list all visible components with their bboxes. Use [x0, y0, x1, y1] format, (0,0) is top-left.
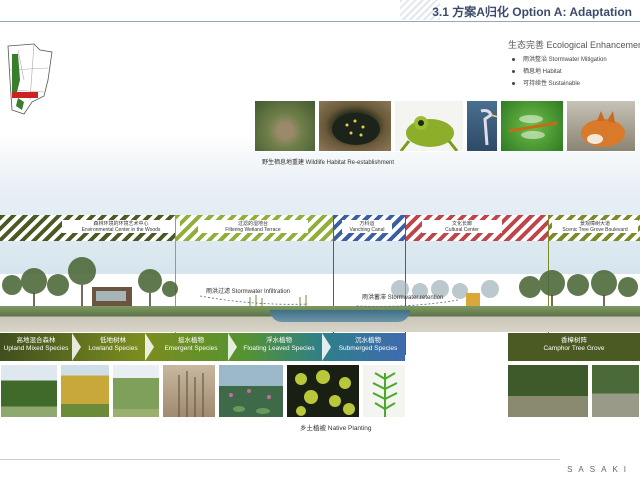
willow-tree-photo	[112, 364, 160, 418]
band-chevron	[322, 333, 331, 361]
zone-label-woods: 森林环境的环境艺术中心 Environmental Center in the W…	[62, 220, 180, 233]
header-title-box: 3.1 方案A归化 Option A: Adaptation	[432, 0, 640, 20]
zone-label-canal: 万科运 Vanching Canal	[342, 220, 392, 233]
planting-label-emergent: 挺水植物 Emergent Species	[164, 337, 218, 352]
native-planting-caption: 乡土植被 Native Planting	[300, 425, 372, 432]
zone-label-wetland: 过滤的湿地台 Filtering Wetland Terrace	[198, 220, 308, 233]
planting-label-submerged: 沉水植物 Submerged Species	[338, 337, 398, 352]
legend-title: 生态完善 Ecological Enhancement	[508, 40, 640, 50]
retention-arrow	[355, 299, 459, 307]
planting-label-camphor: 香樟树阵 Camphor Tree Grove	[543, 337, 605, 352]
legend-item-label: 栖息地 Habitat	[523, 69, 562, 75]
reed-photo	[162, 364, 216, 418]
header-divider	[0, 21, 640, 22]
page-title: 3.1 方案A归化 Option A: Adaptation	[432, 5, 632, 19]
heron-photo	[466, 100, 498, 152]
camphor-grove-photo-2	[591, 364, 640, 418]
section-landscape	[2, 257, 638, 307]
camphor-grove-photo-1	[507, 364, 589, 418]
frog-photo	[394, 100, 464, 152]
zone-label-cultural: 文化长廊 Cultural Center	[422, 220, 502, 233]
dragonfly-photo	[500, 100, 564, 152]
legend-item-label: 雨洪整治 Stormwater Mitigation	[523, 57, 607, 63]
wildlife-caption: 野生栖息地重建 Wildlife Habitat Re-establishmen…	[262, 160, 395, 166]
turtle-photo	[318, 100, 392, 152]
zone-label-boulevard: 景观樟树大道 Scenic Tree Grove Boulevard	[552, 220, 638, 233]
legend-item-label: 可持续性 Sustainable	[523, 81, 581, 87]
footer-divider	[0, 459, 560, 460]
legend-item-sustainable: 可持续性 Sustainable	[512, 78, 580, 87]
brand-logo: SASAKI	[567, 465, 632, 474]
lowland-tree-photo	[60, 364, 110, 418]
fox-photo	[566, 100, 636, 152]
band-chevron	[72, 333, 81, 361]
upland-tree-photo	[0, 364, 58, 418]
site-key-map	[7, 43, 53, 115]
floating-plant-photo	[218, 364, 284, 418]
legend-item-habitat: 栖息地 Habitat	[512, 66, 562, 75]
planting-label-lowland: 低地树林 Lowland Species	[88, 337, 138, 352]
planting-label-floating: 浮水植物 Floating Leaved Species	[243, 337, 315, 352]
band-chevron	[145, 333, 154, 361]
lily-pad-photo	[286, 364, 360, 418]
band-chevron	[228, 333, 237, 361]
planting-label-upland: 高地混合森林 Upland Mixed Species	[3, 337, 69, 352]
legend-item-stormwater: 雨洪整治 Stormwater Mitigation	[512, 54, 607, 63]
infiltration-arrow	[199, 295, 309, 305]
submerged-plant-photo	[362, 364, 406, 418]
mouse-photo	[254, 100, 316, 152]
